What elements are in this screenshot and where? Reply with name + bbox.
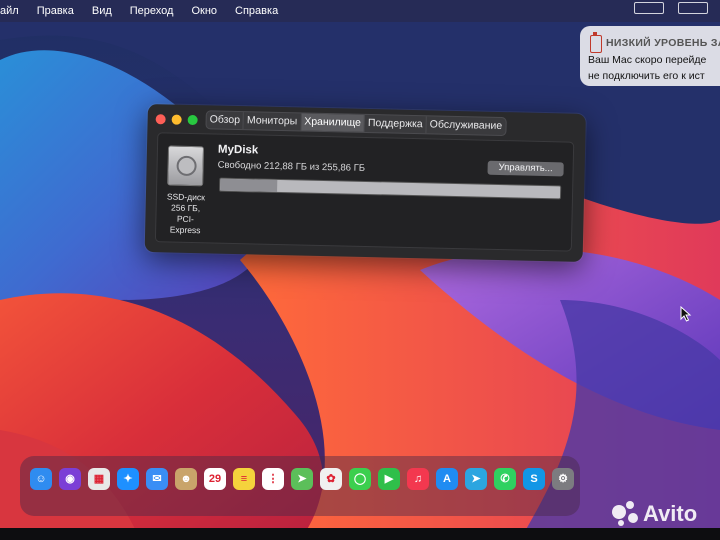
menu-help[interactable]: Справка <box>226 5 287 17</box>
manage-button[interactable]: Управлять... <box>487 160 564 177</box>
menu-bar: айл Правка Вид Переход Окно Справка <box>0 0 720 22</box>
mouse-cursor-icon <box>680 306 692 322</box>
skype-icon[interactable]: S <box>523 468 545 490</box>
whatsapp-icon[interactable]: ✆ <box>494 468 516 490</box>
tab-bar: Обзор Мониторы Хранилище Поддержка Обслу… <box>205 110 507 137</box>
menu-go[interactable]: Переход <box>121 5 183 17</box>
music-icon[interactable]: ♫ <box>407 468 429 490</box>
notes-icon[interactable]: ≡ <box>233 468 255 490</box>
contacts-icon[interactable]: ☻ <box>175 468 197 490</box>
control-center-icon[interactable] <box>678 2 708 14</box>
screen-bezel <box>0 528 720 540</box>
minimize-button[interactable] <box>171 114 182 125</box>
app-store-icon[interactable]: A <box>436 468 458 490</box>
notification-body-line2: не подключить его к ист <box>588 70 705 82</box>
battery-icon[interactable] <box>634 2 664 14</box>
tab-support[interactable]: Поддержка <box>364 114 427 134</box>
battery-low-icon <box>590 32 602 53</box>
storage-usage-bar <box>219 177 562 200</box>
window-controls <box>155 114 198 126</box>
photos-icon[interactable]: ✿ <box>320 468 342 490</box>
avito-watermark: Avito <box>612 500 697 528</box>
storage-usage-used <box>220 178 278 192</box>
messages-icon[interactable]: ◯ <box>349 468 371 490</box>
calendar-icon[interactable]: 29 <box>204 468 226 490</box>
reminders-icon[interactable]: ⋮ <box>262 468 284 490</box>
launchpad-icon[interactable]: ▦ <box>88 468 110 490</box>
tab-storage[interactable]: Хранилище <box>301 113 366 132</box>
siri-icon[interactable]: ◉ <box>59 468 81 490</box>
disk-interface-label: PCI-Express <box>169 213 201 236</box>
storage-panel: SSD-диск 256 ГБ, PCI-Express MyDisk Своб… <box>154 132 575 252</box>
maps-icon[interactable]: ➤ <box>291 468 313 490</box>
telegram-icon[interactable]: ➤ <box>465 468 487 490</box>
close-button[interactable] <box>155 114 166 125</box>
menu-edit[interactable]: Правка <box>28 5 83 17</box>
tab-displays[interactable]: Мониторы <box>243 112 302 131</box>
tab-overview[interactable]: Обзор <box>206 111 245 130</box>
notification-body-line1: Ваш Mac скоро перейде <box>588 54 707 66</box>
menubar-status-icons <box>634 2 708 14</box>
disk-caption: SSD-диск 256 ГБ, PCI-Express <box>162 191 209 236</box>
zoom-button[interactable] <box>187 114 198 126</box>
notification-title: НИЗКИЙ УРОВЕНЬ ЗА <box>606 37 720 49</box>
disk-name: MyDisk <box>217 143 259 157</box>
safari-icon[interactable]: ✦ <box>117 468 139 490</box>
system-preferences-icon[interactable]: ⚙ <box>552 468 574 490</box>
low-battery-notification[interactable]: НИЗКИЙ УРОВЕНЬ ЗА Ваш Mac скоро перейде … <box>580 26 720 86</box>
facetime-icon[interactable]: ▶ <box>378 468 400 490</box>
menu-file[interactable]: айл <box>0 5 28 17</box>
menu-view[interactable]: Вид <box>83 5 121 17</box>
avito-logo-icon <box>612 501 638 527</box>
menu-window[interactable]: Окно <box>182 5 226 17</box>
disk-free-space: Свободно 212,88 ГБ из 255,86 ГБ <box>217 159 366 174</box>
finder-icon[interactable]: ☺ <box>30 468 52 490</box>
tab-service[interactable]: Обслуживание <box>427 116 506 135</box>
mail-icon[interactable]: ✉ <box>146 468 168 490</box>
about-this-mac-window: Обзор Мониторы Хранилище Поддержка Обслу… <box>144 104 586 262</box>
ssd-disk-icon <box>167 145 205 187</box>
dock: ☺ ◉ ▦ ✦ ✉ ☻ 29 ≡ ⋮ ➤ ✿ ◯ ▶ ♫ A ➤ ✆ S ⚙ <box>20 456 580 516</box>
avito-watermark-text: Avito <box>643 501 698 526</box>
disk-type-label: SSD-диск <box>166 191 205 203</box>
